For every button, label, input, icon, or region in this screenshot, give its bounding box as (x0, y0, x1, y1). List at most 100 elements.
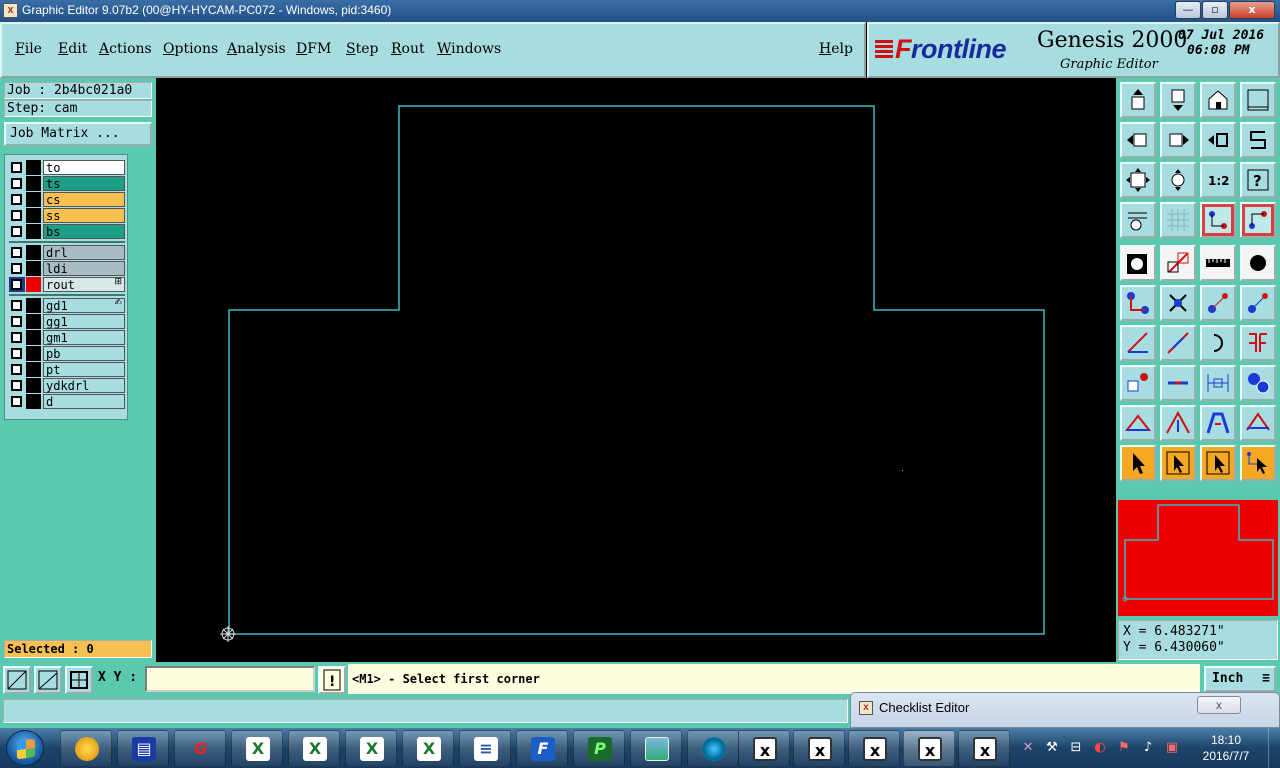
layer-row-ldi[interactable]: ldi (9, 261, 125, 276)
redraw-tool[interactable] (1240, 122, 1276, 158)
tray-volume-icon[interactable]: ♪ (1140, 740, 1156, 756)
fit-profile-tool[interactable] (1160, 162, 1196, 198)
menu-analysis[interactable]: Analysis (227, 41, 286, 57)
edit-vertex-tool[interactable] (1120, 405, 1156, 441)
menu-help[interactable]: Help (819, 41, 853, 57)
layer-row-ts[interactable]: ts (9, 176, 125, 191)
layer-color-swatch[interactable] (26, 394, 41, 409)
delete-vertex-tool[interactable] (1240, 405, 1276, 441)
layer-checkbox[interactable] (11, 194, 22, 205)
graphic-canvas[interactable] (156, 78, 1116, 662)
layer-color-swatch[interactable] (26, 192, 41, 207)
layer-name[interactable]: bs (43, 224, 125, 239)
layer-name[interactable]: drl (43, 245, 125, 260)
add-surface-tool[interactable] (1160, 245, 1196, 281)
scale-one-to-two-tool[interactable]: 1:2 (1200, 162, 1236, 198)
layer-color-swatch[interactable] (26, 224, 41, 239)
tray-network-icon[interactable]: ⊟ (1068, 740, 1084, 756)
dimension-tool[interactable] (1200, 365, 1236, 401)
tray-flag-icon[interactable]: ⚑ (1116, 740, 1132, 756)
layer-name[interactable]: to (43, 160, 125, 175)
layer-row-drl[interactable]: drl (9, 245, 125, 260)
menu-windows[interactable]: Windows (437, 41, 501, 57)
layer-name[interactable]: ldi (43, 261, 125, 276)
add-text-tool[interactable] (1120, 365, 1156, 401)
taskbar-excel-2[interactable]: X (288, 730, 340, 766)
taskbar-shell-app[interactable] (60, 730, 112, 766)
draw-segment-tool[interactable] (1160, 325, 1196, 361)
layer-name[interactable]: rout (43, 277, 125, 292)
minimize-button[interactable]: — (1175, 1, 1201, 19)
grid-snap-icon[interactable] (65, 666, 93, 694)
layer-color-swatch[interactable] (26, 277, 41, 292)
taskbar-genesis-2[interactable]: x (793, 730, 845, 766)
taskbar-p-app[interactable]: P (573, 730, 625, 766)
layer-checkbox[interactable] (11, 300, 22, 311)
taskbar-excel-4[interactable]: X (402, 730, 454, 766)
show-desktop-button[interactable] (1268, 728, 1280, 768)
layer-checkbox[interactable] (11, 263, 22, 274)
layer-checkbox[interactable] (11, 396, 22, 407)
select-net-tool[interactable] (1240, 445, 1276, 481)
cut-line-tool[interactable] (1160, 365, 1196, 401)
layer-row-pt[interactable]: pt (9, 362, 125, 377)
move-down-tool[interactable] (1160, 82, 1196, 118)
tray-tool-icon[interactable]: ⚒ (1044, 740, 1060, 756)
angle-mode-icon[interactable] (34, 666, 62, 694)
draw-arc-tool[interactable] (1200, 325, 1236, 361)
tray-action-center-icon[interactable]: ▣ (1164, 740, 1180, 756)
measure-tool[interactable] (1200, 245, 1236, 281)
pan-left-tool[interactable] (1120, 122, 1156, 158)
taskbar-frontline[interactable]: F (516, 730, 568, 766)
add-round-pad-tool[interactable] (1240, 245, 1276, 281)
snap-mode-icon[interactable] (3, 666, 31, 694)
layer-row-gg1[interactable]: gg1 (9, 314, 125, 329)
close-button[interactable]: x (1229, 1, 1275, 19)
layer-color-swatch[interactable] (26, 160, 41, 175)
menu-step[interactable]: Step (346, 41, 378, 57)
warning-icon[interactable]: ! (318, 666, 346, 694)
layer-checkbox[interactable] (11, 178, 22, 189)
taskbar-genesis-3[interactable]: x (848, 730, 900, 766)
taskbar-genesis-1[interactable]: x (738, 730, 790, 766)
layer-row-rout[interactable]: rout ⊞ (9, 277, 125, 292)
help-tool[interactable]: ? (1240, 162, 1276, 198)
taskbar-notepad[interactable]: ≡ (459, 730, 511, 766)
layer-name[interactable]: gd1 (43, 298, 125, 313)
layer-row-d[interactable]: d (9, 394, 125, 409)
layer-color-swatch[interactable] (26, 208, 41, 223)
zoom-window-tool[interactable] (1240, 82, 1276, 118)
select-polygon-tool[interactable] (1200, 445, 1236, 481)
fit-all-tool[interactable] (1120, 162, 1156, 198)
taskbar-excel-1[interactable]: X (231, 730, 283, 766)
net-highlight-tool[interactable] (1200, 202, 1236, 238)
overview-preview[interactable] (1118, 500, 1278, 616)
layer-color-swatch[interactable] (26, 346, 41, 361)
layer-color-swatch[interactable] (26, 314, 41, 329)
taskbar-g-app[interactable]: G (174, 730, 226, 766)
delete-feature-tool[interactable] (1160, 285, 1196, 321)
home-tool[interactable] (1200, 82, 1236, 118)
menu-actions[interactable]: Actions (99, 41, 152, 57)
layer-name[interactable]: ydkdrl (43, 378, 125, 393)
job-matrix-button[interactable]: Job Matrix ... (4, 122, 152, 146)
layer-color-swatch[interactable] (26, 330, 41, 345)
layer-name[interactable]: d (43, 394, 125, 409)
layer-row-gd1[interactable]: gd1 ✍ (9, 298, 125, 313)
taskbar-save-app[interactable]: ▤ (117, 730, 169, 766)
taskbar-clock[interactable]: 18:10 2016/7/7 (1196, 732, 1256, 764)
move-up-tool[interactable] (1120, 82, 1156, 118)
layer-row-to[interactable]: to (9, 160, 125, 175)
maximize-button[interactable]: ▫ (1202, 1, 1228, 19)
layer-name[interactable]: pt (43, 362, 125, 377)
layer-row-ydkdrl[interactable]: ydkdrl (9, 378, 125, 393)
layer-checkbox[interactable] (11, 279, 22, 290)
layer-color-swatch[interactable] (26, 298, 41, 313)
tray-x-icon[interactable]: ✕ (1020, 740, 1036, 756)
add-vertex-tool[interactable] (1200, 405, 1236, 441)
layer-checkbox[interactable] (11, 348, 22, 359)
layer-row-cs[interactable]: cs (9, 192, 125, 207)
menu-rout[interactable]: Rout (391, 41, 425, 57)
add-pad-tool[interactable] (1120, 245, 1156, 281)
select-tool[interactable] (1120, 445, 1156, 481)
